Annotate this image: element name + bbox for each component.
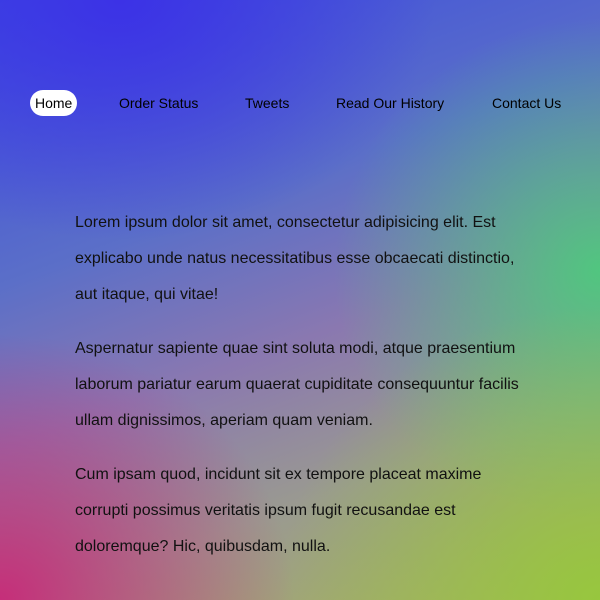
- main-content: Lorem ipsum dolor sit amet, consectetur …: [75, 205, 535, 583]
- paragraph-3: Cum ipsam quod, incidunt sit ex tempore …: [75, 466, 482, 555]
- nav-item-order-status[interactable]: Order Status: [119, 90, 198, 116]
- main-nav: Home Order Status Tweets Read Our Histor…: [0, 90, 600, 116]
- nav-item-contact-us[interactable]: Contact Us: [492, 90, 561, 116]
- paragraph-1: Lorem ipsum dolor sit amet, consectetur …: [75, 214, 515, 303]
- nav-item-read-our-history[interactable]: Read Our History: [336, 90, 444, 116]
- paragraph-2: Aspernatur sapiente quae sint soluta mod…: [75, 340, 519, 429]
- nav-item-home[interactable]: Home: [30, 90, 78, 116]
- nav-item-tweets[interactable]: Tweets: [245, 90, 289, 116]
